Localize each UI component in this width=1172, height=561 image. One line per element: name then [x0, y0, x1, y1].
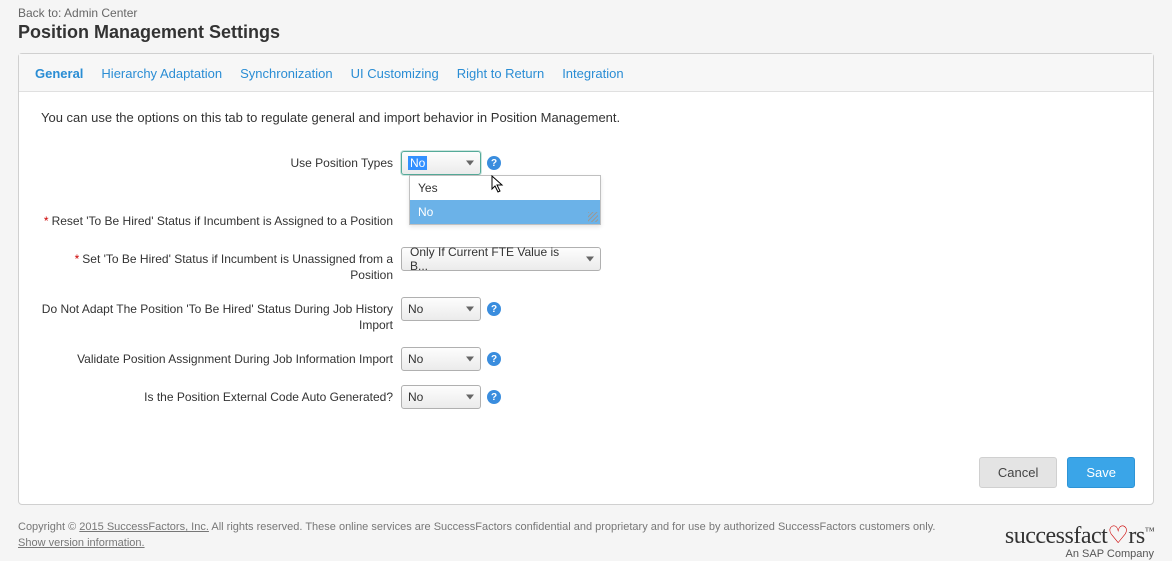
cancel-button[interactable]: Cancel: [979, 457, 1057, 488]
select-auto-generated[interactable]: No: [401, 385, 481, 409]
tab-right-to-return[interactable]: Right to Return: [455, 62, 546, 91]
label-do-not-adapt: Do Not Adapt The Position 'To Be Hired' …: [41, 297, 401, 333]
option-yes[interactable]: Yes: [410, 176, 600, 200]
help-icon[interactable]: ?: [487, 302, 501, 316]
chevron-down-icon: [466, 357, 474, 362]
help-icon[interactable]: ?: [487, 352, 501, 366]
label-reset-tbh: *Reset 'To Be Hired' Status if Incumbent…: [41, 209, 401, 229]
brand-logo: successfact♡rs™ An SAP Company: [1005, 521, 1154, 560]
tab-ui-customizing[interactable]: UI Customizing: [349, 62, 441, 91]
resize-handle-icon[interactable]: [588, 212, 598, 222]
tab-hierarchy-adaptation[interactable]: Hierarchy Adaptation: [99, 62, 224, 91]
help-icon[interactable]: ?: [487, 390, 501, 404]
footer: Copyright © 2015 SuccessFactors, Inc. Al…: [0, 505, 1172, 560]
show-version-link[interactable]: Show version information.: [18, 537, 145, 549]
row-do-not-adapt: Do Not Adapt The Position 'To Be Hired' …: [41, 297, 1131, 333]
label-use-position-types: Use Position Types: [41, 151, 401, 171]
row-use-position-types: Use Position Types No ? Yes No: [41, 151, 1131, 175]
select-set-tbh[interactable]: Only If Current FTE Value is B...: [401, 247, 601, 271]
label-validate-assign: Validate Position Assignment During Job …: [41, 347, 401, 367]
tab-synchronization[interactable]: Synchronization: [238, 62, 335, 91]
dropdown-use-position-types: Yes No: [409, 175, 601, 225]
label-set-tbh: *Set 'To Be Hired' Status if Incumbent i…: [41, 247, 401, 283]
back-link[interactable]: Back to: Admin Center: [18, 6, 1154, 20]
option-no[interactable]: No: [410, 200, 600, 224]
tab-content: You can use the options on this tab to r…: [19, 92, 1153, 445]
chevron-down-icon: [466, 307, 474, 312]
chevron-down-icon: [466, 395, 474, 400]
select-validate-assign[interactable]: No: [401, 347, 481, 371]
row-auto-generated: Is the Position External Code Auto Gener…: [41, 385, 1131, 409]
select-do-not-adapt[interactable]: No: [401, 297, 481, 321]
button-bar: Cancel Save: [19, 445, 1153, 504]
chevron-down-icon: [586, 257, 594, 262]
chevron-down-icon: [466, 161, 474, 166]
intro-text: You can use the options on this tab to r…: [41, 110, 1131, 125]
settings-panel: General Hierarchy Adaptation Synchroniza…: [18, 53, 1154, 505]
row-validate-assign: Validate Position Assignment During Job …: [41, 347, 1131, 371]
page-title: Position Management Settings: [18, 22, 1154, 43]
copyright-link[interactable]: 2015 SuccessFactors, Inc.: [79, 521, 209, 533]
tab-integration[interactable]: Integration: [560, 62, 625, 91]
row-set-tbh: *Set 'To Be Hired' Status if Incumbent i…: [41, 247, 1131, 283]
tab-general[interactable]: General: [33, 62, 85, 91]
save-button[interactable]: Save: [1067, 457, 1135, 488]
label-auto-generated: Is the Position External Code Auto Gener…: [41, 385, 401, 405]
select-use-position-types[interactable]: No: [401, 151, 481, 175]
help-icon[interactable]: ?: [487, 156, 501, 170]
tab-bar: General Hierarchy Adaptation Synchroniza…: [19, 54, 1153, 92]
copyright-text: Copyright © 2015 SuccessFactors, Inc. Al…: [18, 521, 935, 533]
